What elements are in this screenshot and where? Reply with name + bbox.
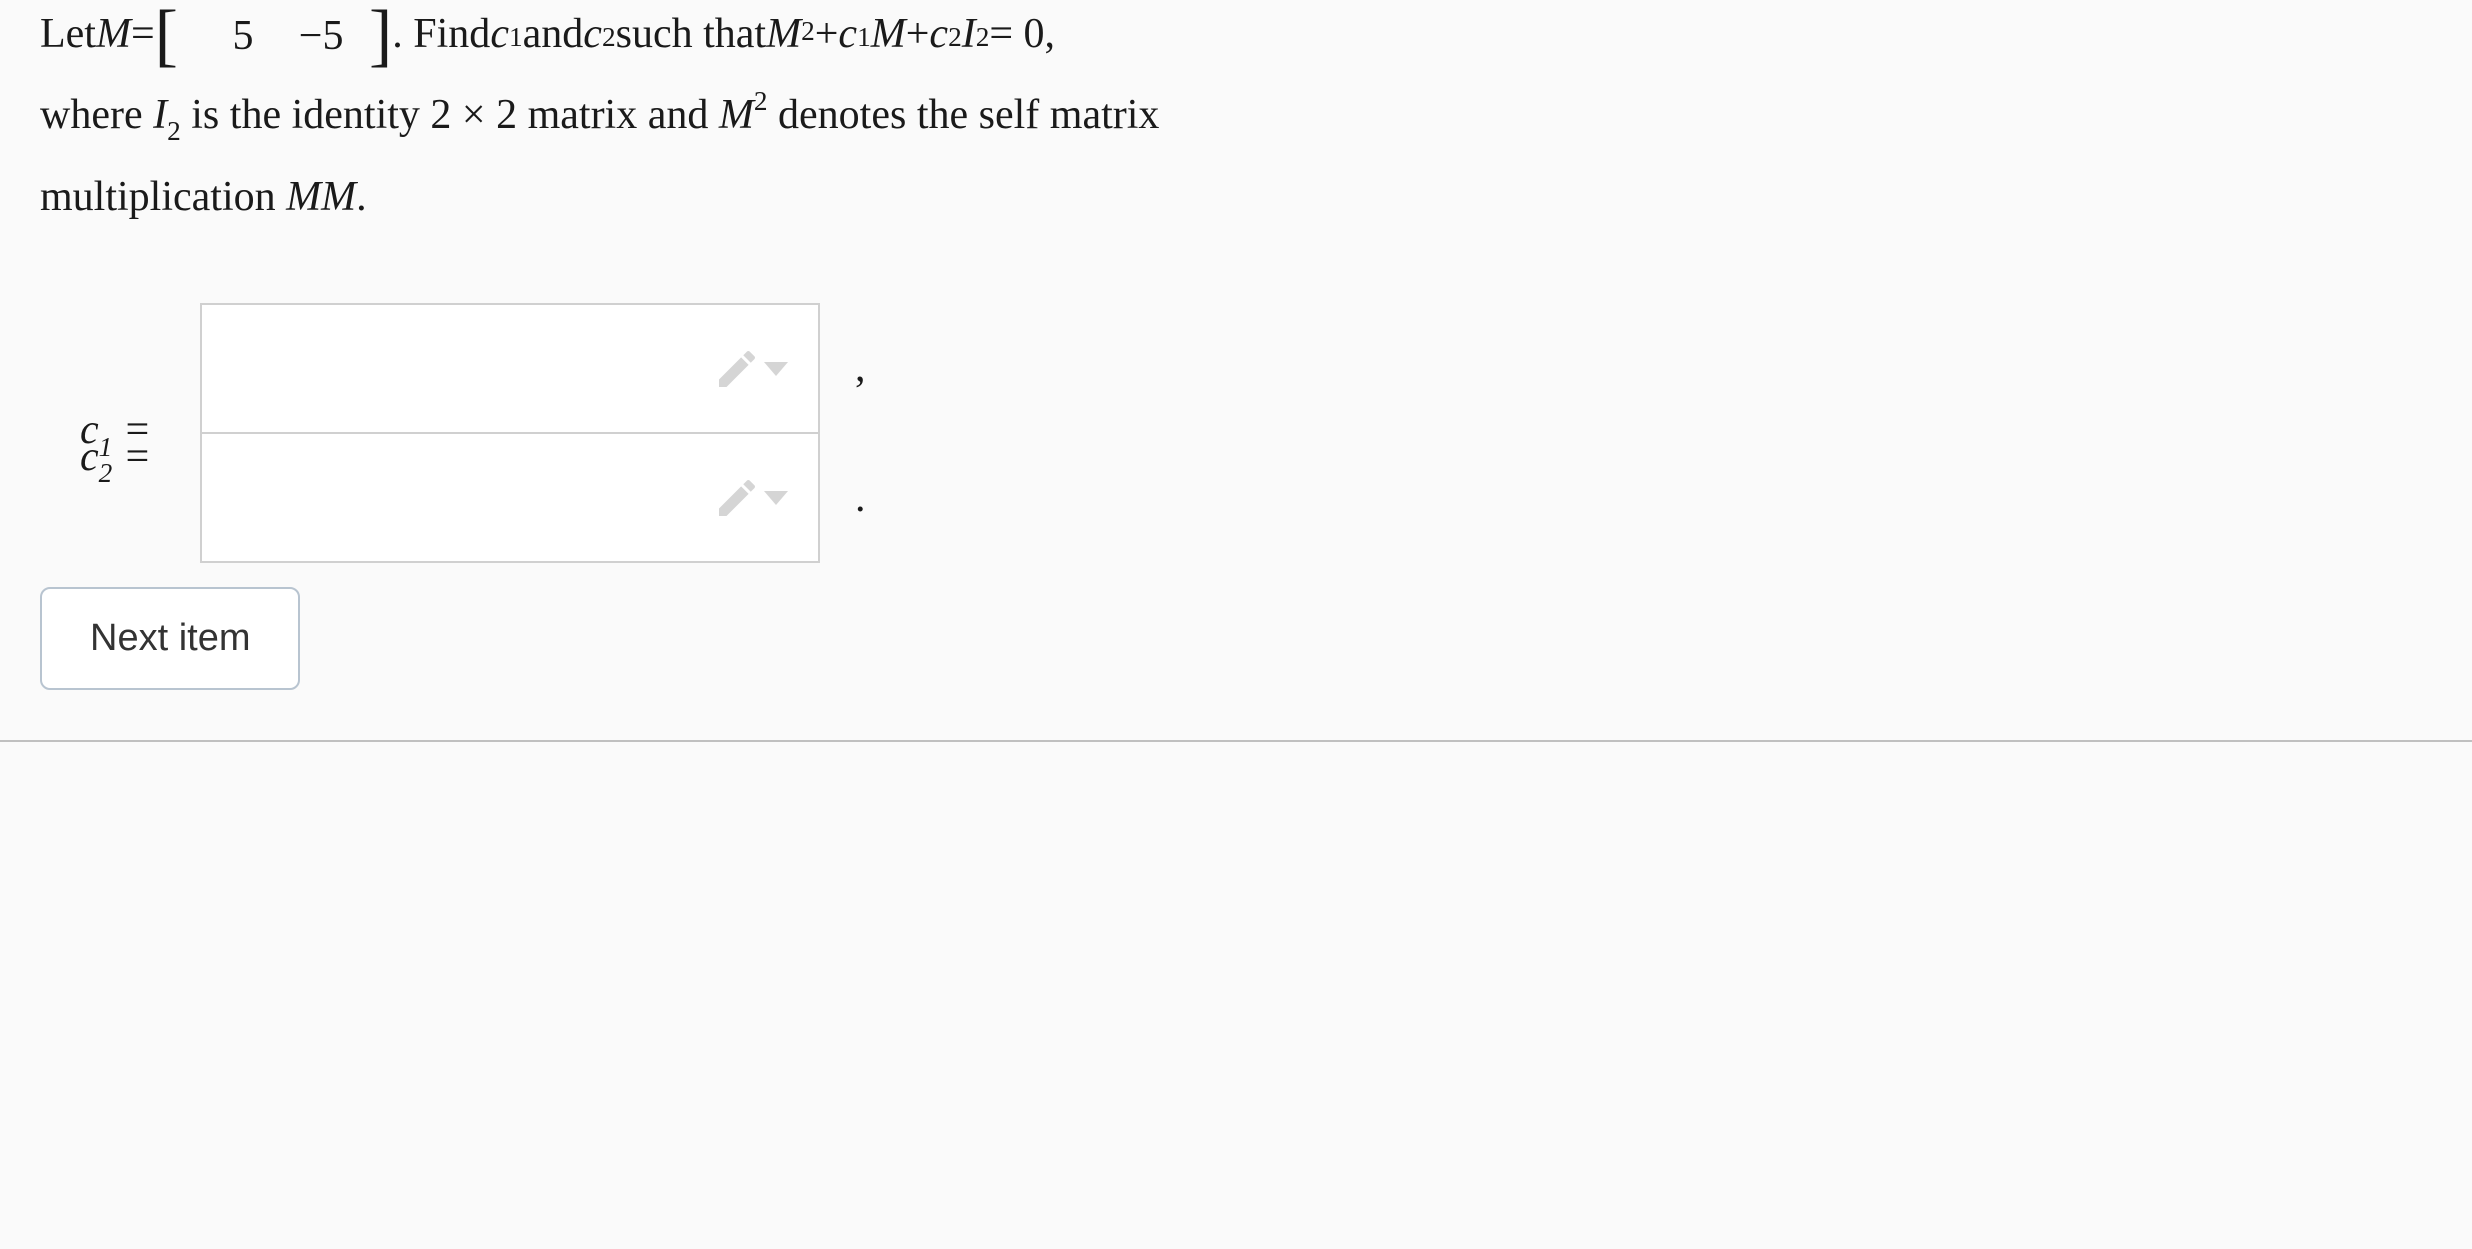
eq-c2: c — [929, 1, 948, 68]
bracket-right-icon: ] — [369, 8, 392, 64]
answer-section: c1 = , . — [80, 303, 2432, 486]
eq-I: I — [962, 1, 976, 68]
text-suchthat: such that — [616, 1, 766, 68]
var-MM: MM — [286, 174, 356, 220]
c2-suffix: . — [855, 474, 866, 522]
c2-input[interactable] — [200, 433, 820, 563]
pencil-dropdown-icon[interactable] — [713, 474, 788, 522]
eq-sub-2: 2 — [948, 16, 962, 60]
divider — [0, 740, 2472, 742]
equals-sign: = — [131, 1, 155, 68]
var-M2: M — [719, 92, 754, 138]
var-I2: I — [153, 92, 167, 138]
problem-line-2: where I2 is the identity 2 × 2 matrix an… — [40, 80, 2432, 152]
c1-var: c — [80, 407, 99, 453]
sub-2: 2 — [602, 16, 616, 60]
bracket-left-icon: [ — [155, 8, 178, 64]
problem-line-1: Let M = [ 5 −5 ] . Find c1 and c2 such t… — [40, 0, 2432, 70]
c1-suffix: , — [855, 344, 866, 392]
next-item-button[interactable]: Next item — [40, 587, 300, 690]
text-multiplication: multiplication — [40, 174, 286, 220]
eq-plus: + — [815, 1, 839, 68]
answer-row-c1: c1 = , . — [80, 303, 2432, 563]
eq-sup-2: 2 — [801, 10, 815, 54]
text-find: . Find — [392, 1, 490, 68]
eq-Isub: 2 — [976, 16, 990, 60]
period: . — [356, 174, 367, 220]
sub-1: 1 — [509, 16, 523, 60]
var-c2: c — [583, 1, 602, 68]
text-where: where — [40, 92, 153, 138]
pencil-dropdown-icon[interactable] — [713, 345, 788, 393]
matrix-cell: 5 — [203, 3, 253, 70]
text-and: and — [523, 1, 584, 68]
var-c1: c — [490, 1, 509, 68]
matrix: [ 5 −5 ] — [155, 0, 393, 70]
problem-line-3: multiplication MM. — [40, 162, 2432, 233]
matrix-cell: −5 — [293, 3, 343, 70]
c1-label: c1 = — [80, 406, 180, 459]
chevron-down-icon — [764, 362, 788, 376]
sup-M2: 2 — [754, 86, 768, 116]
c1-eq: = — [112, 407, 151, 453]
c1-sub: 1 — [99, 432, 113, 462]
eq-M2: M — [871, 1, 906, 68]
pencil-icon — [713, 474, 761, 522]
c1-input[interactable] — [200, 303, 820, 433]
eq-sub-1: 1 — [857, 16, 871, 60]
sub-I2: 2 — [167, 116, 181, 146]
chevron-down-icon — [764, 491, 788, 505]
input-group — [200, 303, 820, 563]
var-M: M — [96, 1, 131, 68]
text-let: Let — [40, 1, 96, 68]
eq-plus-2: + — [906, 1, 930, 68]
eq-c1: c — [838, 1, 857, 68]
text-denotes: denotes the self matrix — [768, 92, 1160, 138]
eq-rhs: = 0, — [989, 1, 1055, 68]
pencil-icon — [713, 345, 761, 393]
text-identity: is the identity 2 × 2 matrix and — [181, 92, 719, 138]
eq-M: M — [766, 1, 801, 68]
